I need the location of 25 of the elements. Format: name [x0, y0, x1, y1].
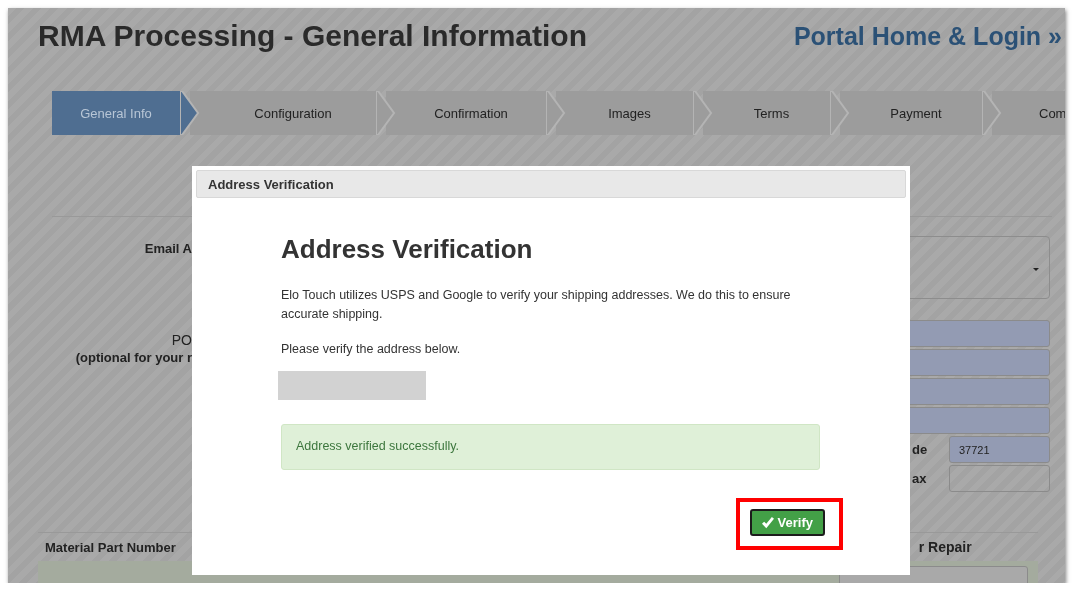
chevron-icon — [982, 91, 1002, 135]
chevron-icon — [180, 91, 200, 135]
column-header: r Repair — [918, 539, 972, 555]
page-title: RMA Processing - General Information — [38, 19, 587, 53]
column-header: Material Part Number — [45, 539, 176, 555]
chevron-icon — [376, 91, 396, 135]
success-alert: Address verified successfully. — [281, 424, 820, 470]
field-label: (optional for your r — [75, 350, 192, 365]
chevron-icon — [546, 91, 566, 135]
modal-heading: Address Verification — [281, 234, 534, 266]
input-field[interactable] — [949, 465, 1050, 492]
verify-button[interactable]: Verify — [749, 509, 825, 536]
portal-link[interactable]: Portal Home & Login » — [793, 21, 1062, 51]
caret-icon — [1033, 268, 1039, 271]
field-label: de — [912, 442, 928, 457]
field-label: ax — [912, 471, 927, 486]
input-field[interactable]: 37721 — [949, 436, 1050, 463]
chevron-icon — [693, 91, 713, 135]
modal-paragraph: Please verify the address below. — [281, 341, 462, 358]
check-icon — [760, 516, 775, 529]
modal-paragraph: Elo Touch utilizes USPS and Google to verify your shipping addresses. We do this to ensure accurate shipping. — [281, 287, 792, 323]
field-label: Email A — [144, 241, 192, 256]
field-label: PO — [171, 332, 192, 348]
chevron-icon — [830, 91, 850, 135]
modal-header: Address Verification — [196, 170, 906, 198]
